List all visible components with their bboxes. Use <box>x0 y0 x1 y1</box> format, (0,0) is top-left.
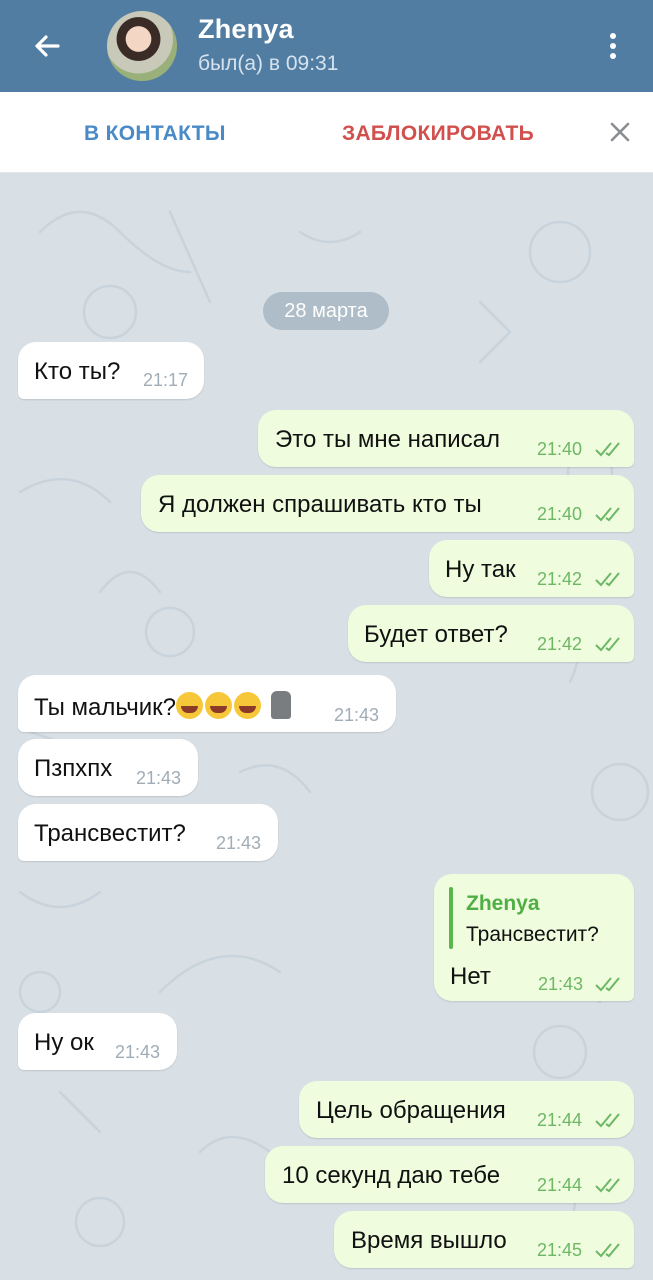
message-text: Я должен спрашивать кто ты <box>158 491 482 518</box>
reply-quote-bar <box>449 887 453 949</box>
message-time: 21:43 <box>538 974 584 994</box>
message-outgoing[interactable]: Я должен спрашивать кто ты 21:40 <box>141 475 634 532</box>
message-text: Трансвестит? <box>34 820 186 847</box>
message-text: Ты мальчик? <box>34 691 292 722</box>
date-separator: 28 марта <box>263 292 389 330</box>
chat-title[interactable]: Zhenya <box>198 14 294 45</box>
last-seen-status: был(а) в 09:31 <box>198 52 339 75</box>
double-check-icon <box>595 1178 620 1193</box>
message-text: Это ты мне написал <box>275 426 501 453</box>
close-icon[interactable] <box>606 118 634 146</box>
message-incoming[interactable]: Пзпхпх 21:43 <box>18 739 198 796</box>
double-check-icon <box>595 507 620 522</box>
message-outgoing[interactable]: Время вышло 21:45 <box>334 1211 634 1268</box>
message-time: 21:42 <box>537 634 583 654</box>
message-text: Ну ок <box>34 1029 94 1056</box>
face-with-tears-of-joy-icon <box>234 692 262 719</box>
message-incoming[interactable]: Трансвестит? 21:43 <box>18 804 278 861</box>
message-incoming[interactable]: Кто ты? 21:17 <box>18 342 204 399</box>
message-text: Будет ответ? <box>364 621 508 648</box>
message-text: 10 секунд даю тебе <box>282 1162 501 1189</box>
message-time: 21:45 <box>537 1240 583 1260</box>
face-with-tears-of-joy-icon <box>205 692 233 719</box>
message-time: 21:43 <box>115 1042 161 1062</box>
message-text: Цель обращения <box>316 1097 506 1124</box>
contact-action-bar: В КОНТАКТЫ ЗАБЛОКИРОВАТЬ <box>0 92 653 173</box>
more-vertical-icon[interactable] <box>598 26 628 66</box>
add-contact-button[interactable]: В КОНТАКТЫ <box>84 122 226 146</box>
message-time: 21:43 <box>334 705 380 725</box>
message-text: Пзпхпх <box>34 755 113 782</box>
arrow-left-icon[interactable] <box>28 26 68 66</box>
message-incoming[interactable]: Ты мальчик? 21:43 <box>18 675 396 732</box>
double-check-icon <box>595 977 620 992</box>
message-text: Нет <box>450 963 491 990</box>
message-time: 21:40 <box>537 504 583 524</box>
block-user-button[interactable]: ЗАБЛОКИРОВАТЬ <box>342 122 534 146</box>
message-outgoing[interactable]: Цель обращения 21:44 <box>299 1081 634 1138</box>
chat-history[interactable]: 28 марта Кто ты? 21:17 Это ты мне написа… <box>0 172 653 1280</box>
message-outgoing-reply[interactable]: Zhenya Трансвестит? Нет 21:43 <box>434 874 634 1001</box>
double-check-icon <box>595 572 620 587</box>
double-check-icon <box>595 1113 620 1128</box>
message-text: Кто ты? <box>34 358 121 385</box>
message-text: Время вышло <box>351 1227 507 1254</box>
message-incoming[interactable]: Ну ок 21:43 <box>18 1013 177 1070</box>
message-time: 21:43 <box>216 833 262 853</box>
chat-header: Zhenya был(а) в 09:31 <box>0 0 653 92</box>
message-text-content: Ты мальчик? <box>34 694 177 721</box>
avatar[interactable] <box>107 11 177 81</box>
double-check-icon <box>595 442 620 457</box>
moai-icon <box>271 691 292 719</box>
face-with-tears-of-joy-icon <box>176 692 204 719</box>
message-time: 21:17 <box>143 370 189 390</box>
message-time: 21:44 <box>537 1110 583 1130</box>
message-time: 21:43 <box>136 768 182 788</box>
message-time: 21:42 <box>537 569 583 589</box>
reply-quoted-text[interactable]: Трансвестит? <box>466 923 599 947</box>
message-outgoing[interactable]: Это ты мне написал 21:40 <box>258 410 634 467</box>
message-outgoing[interactable]: Ну так 21:42 <box>429 540 634 597</box>
message-time: 21:44 <box>537 1175 583 1195</box>
message-outgoing[interactable]: Будет ответ? 21:42 <box>348 605 634 662</box>
message-text: Ну так <box>445 556 516 583</box>
double-check-icon <box>595 637 620 652</box>
double-check-icon <box>595 1243 620 1258</box>
message-outgoing[interactable]: 10 секунд даю тебе 21:44 <box>265 1146 634 1203</box>
reply-author[interactable]: Zhenya <box>466 892 540 916</box>
message-time: 21:40 <box>537 439 583 459</box>
